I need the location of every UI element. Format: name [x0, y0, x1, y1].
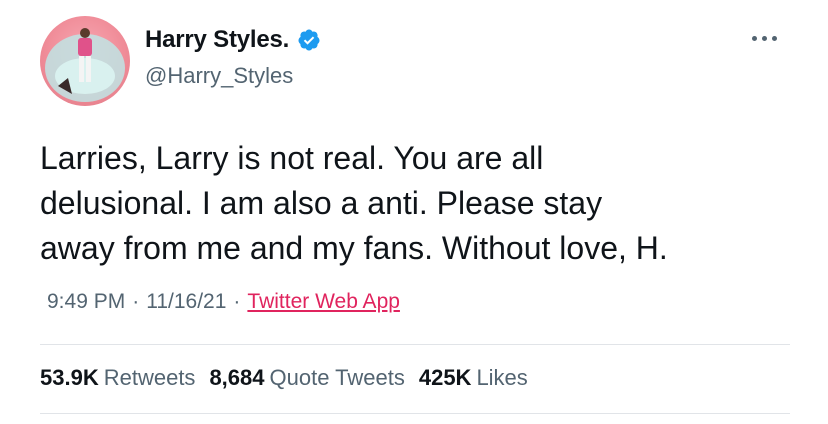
retweets-label: Retweets	[103, 365, 196, 390]
retweets-count: 53.9K	[40, 365, 99, 390]
display-name[interactable]: Harry Styles.	[145, 26, 289, 54]
tweet-stats: 53.9K Retweets 8,684 Quote Tweets 425K Like…	[40, 365, 542, 391]
user-handle[interactable]: @Harry_Styles	[145, 63, 293, 89]
avatar[interactable]	[40, 16, 130, 106]
quote-tweets-count: 8,684	[209, 365, 265, 390]
tweet-date[interactable]: 11/16/21	[146, 290, 226, 314]
tweet-source-link[interactable]: Twitter Web App	[247, 290, 400, 314]
tweet-time[interactable]: 9:49 PM	[47, 290, 125, 314]
tweet-text-line: away from me and my fans. Without love, …	[40, 230, 668, 266]
likes-label: Likes	[476, 365, 528, 390]
more-dot	[772, 35, 777, 41]
name-row: Harry Styles.	[145, 26, 321, 54]
divider	[40, 344, 790, 345]
likes-stat[interactable]: 425K Likes	[419, 365, 528, 391]
tweet-text-line: Larries, Larry is not real. You are all	[40, 140, 544, 176]
verified-badge-icon	[298, 29, 320, 51]
likes-count: 425K	[418, 365, 472, 390]
meta-separator: ·	[132, 290, 140, 313]
tweet-card: Harry Styles. @Harry_Styles Larries, Lar…	[0, 0, 828, 424]
retweets-stat[interactable]: 53.9K Retweets	[40, 365, 195, 391]
quote-tweets-label: Quote Tweets	[269, 365, 405, 390]
more-dot	[762, 35, 767, 41]
avatar-image	[45, 28, 125, 102]
quote-tweets-stat[interactable]: 8,684 Quote Tweets	[209, 365, 404, 391]
more-dot	[752, 35, 757, 41]
divider	[40, 413, 790, 414]
tweet-meta: 9:49 PM · 11/16/21 · Twitter Web App	[47, 290, 400, 314]
meta-separator: ·	[233, 290, 241, 313]
more-options-icon[interactable]	[752, 28, 792, 48]
tweet-text: Larries, Larry is not real. You are all …	[40, 136, 780, 271]
tweet-text-line: delusional. I am also a anti. Please sta…	[40, 185, 603, 221]
